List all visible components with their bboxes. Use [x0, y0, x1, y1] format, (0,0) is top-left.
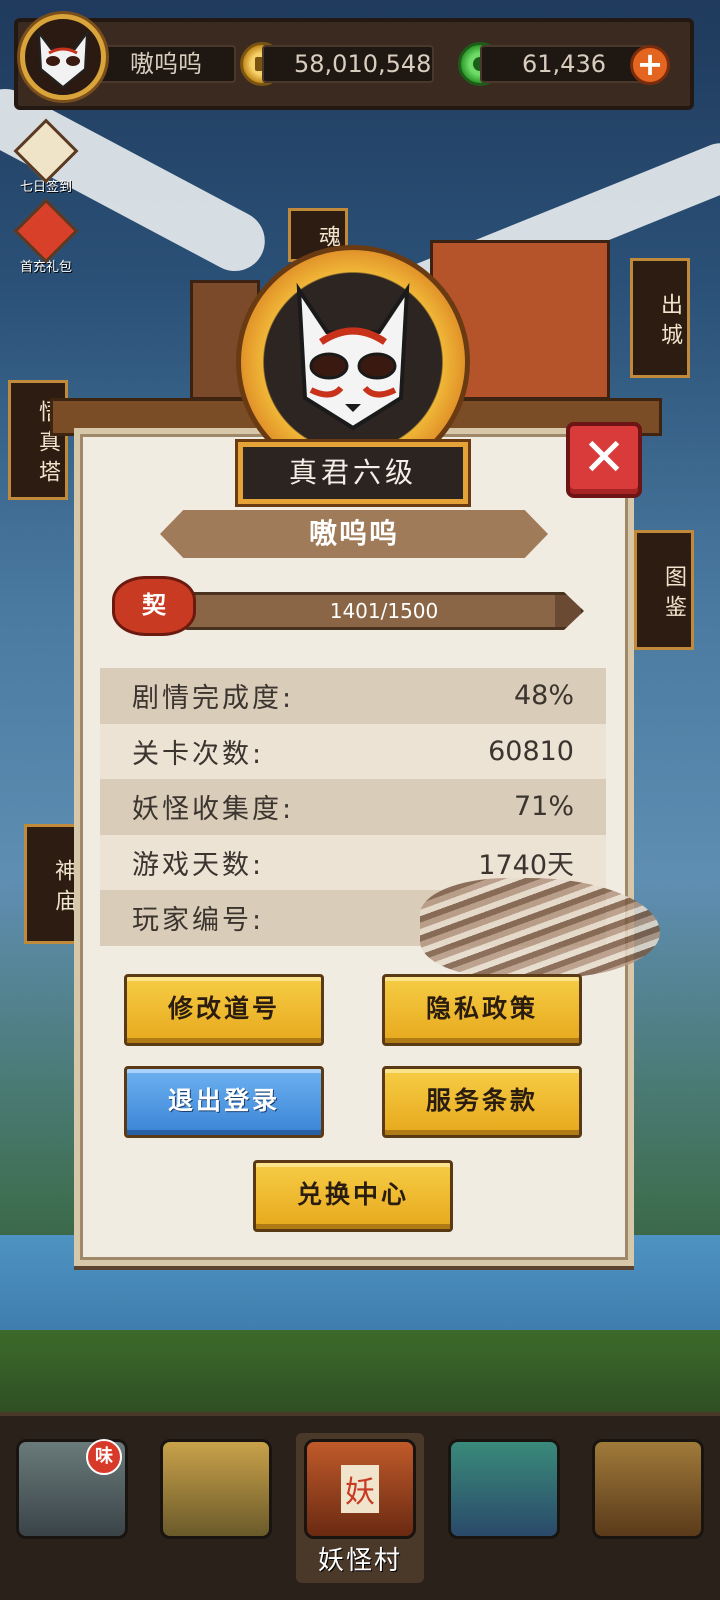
notification-badge: 味 — [86, 1439, 122, 1475]
bottom-navigation: 味 妖 妖怪村 — [0, 1412, 720, 1600]
stat-label: 剧情完成度: — [132, 683, 295, 715]
stat-row-stage-count: 关卡次数: 60810 — [100, 723, 606, 779]
contract-seal-icon: 契 — [112, 576, 196, 636]
nav-label-village: 妖怪村 — [317, 1546, 402, 1576]
nav-chest[interactable]: 味 — [8, 1433, 136, 1583]
seven-day-checkin-button[interactable]: 七日签到 — [8, 118, 84, 195]
nav-star[interactable] — [152, 1433, 280, 1583]
add-currency-button[interactable]: + — [630, 45, 670, 85]
edit-name-button[interactable]: 修改道号 — [124, 974, 324, 1046]
stat-value: 1740天 — [478, 849, 574, 881]
star-trophy-icon — [160, 1439, 272, 1539]
terms-of-service-button[interactable]: 服务条款 — [382, 1066, 582, 1138]
gift-box-icon — [13, 198, 79, 264]
privacy-policy-button[interactable]: 隐私政策 — [382, 974, 582, 1046]
experience-bar: 1401/1500 — [184, 592, 584, 630]
first-recharge-gift-button[interactable]: 首充礼包 — [8, 198, 84, 275]
calendar-icon — [13, 118, 79, 184]
stat-label: 关卡次数: — [132, 738, 265, 770]
nav-shop[interactable] — [440, 1433, 568, 1583]
gold-count: 58,010,548 — [262, 45, 434, 83]
stat-value: 60810 — [488, 735, 574, 767]
stat-value: 48% — [513, 680, 574, 712]
fox-mask-icon — [296, 282, 410, 431]
fox-mask-icon — [37, 29, 89, 89]
experience-text: 1401/1500 — [329, 599, 439, 623]
sign-exit-city[interactable]: 出城 — [630, 258, 690, 378]
player-name-display: 嗷呜呜 — [96, 45, 236, 83]
logout-button[interactable]: 退出登录 — [124, 1066, 324, 1138]
stat-row-story: 剧情完成度: 48% — [100, 668, 606, 724]
stat-row-collection: 妖怪收集度: 71% — [100, 779, 606, 835]
redeem-center-button[interactable]: 兑换中心 — [253, 1160, 453, 1232]
stat-value: 71% — [513, 791, 574, 823]
nav-yokai-village[interactable]: 妖 妖怪村 — [296, 1433, 424, 1583]
compass-scroll-icon — [592, 1439, 704, 1539]
rank-title: 真君六级 — [238, 442, 468, 504]
jade-count: 61,436 — [480, 45, 650, 83]
stat-label: 玩家编号: — [132, 905, 265, 937]
seal-char: 契 — [142, 591, 166, 619]
village-sign-char: 妖 — [341, 1465, 379, 1513]
grass-background — [0, 1330, 720, 1420]
stat-label: 妖怪收集度: — [132, 794, 295, 826]
sign-collection[interactable]: 图鉴 — [634, 530, 694, 650]
stat-label: 游戏天数: — [132, 849, 265, 881]
close-button[interactable]: ✕ — [566, 422, 642, 498]
village-gate-icon: 妖 — [304, 1439, 416, 1539]
market-stall-icon — [448, 1439, 560, 1539]
nav-compass[interactable] — [584, 1433, 712, 1583]
player-avatar[interactable] — [20, 14, 106, 100]
profile-name-banner[interactable]: 嗷呜呜 — [160, 510, 548, 558]
